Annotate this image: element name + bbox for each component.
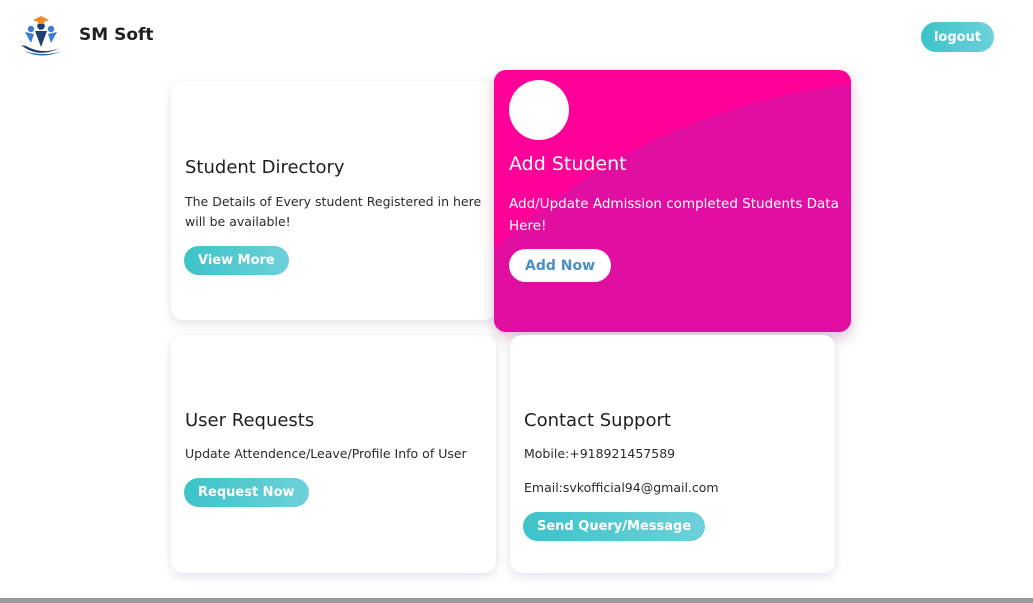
card-description: Add/Update Admission completed Students … (509, 196, 839, 234)
card-title: Student Directory (185, 157, 345, 178)
card-title: Contact Support (524, 410, 671, 431)
logo-icon (21, 16, 62, 56)
top-header: SM Soft logout (0, 0, 1033, 70)
window-bottom-edge (0, 598, 1033, 603)
card-description: The Details of Every student Registered … (185, 194, 482, 229)
support-email: Email:svkofficial94@gmail.com (524, 480, 719, 495)
view-more-button[interactable]: View More (184, 246, 289, 275)
user-requests-card: User Requests Update Attendence/Leave/Pr… (171, 335, 496, 573)
brand-name: SM Soft (79, 25, 154, 45)
add-student-card: Add Student Add/Update Admission complet… (494, 70, 851, 332)
support-mobile: Mobile:+918921457589 (524, 446, 676, 461)
contact-support-card: Contact Support Mobile:+918921457589 Ema… (510, 335, 835, 573)
card-title: Add Student (509, 153, 627, 175)
student-directory-card: Student Directory The Details of Every s… (171, 82, 496, 320)
avatar-placeholder (509, 80, 569, 140)
send-query-button[interactable]: Send Query/Message (523, 512, 706, 541)
add-now-button[interactable]: Add Now (509, 249, 612, 282)
request-now-button[interactable]: Request Now (184, 478, 309, 507)
card-title: User Requests (185, 410, 315, 431)
card-description: Update Attendence/Leave/Profile Info of … (185, 446, 467, 461)
logout-button[interactable]: logout (921, 22, 994, 52)
